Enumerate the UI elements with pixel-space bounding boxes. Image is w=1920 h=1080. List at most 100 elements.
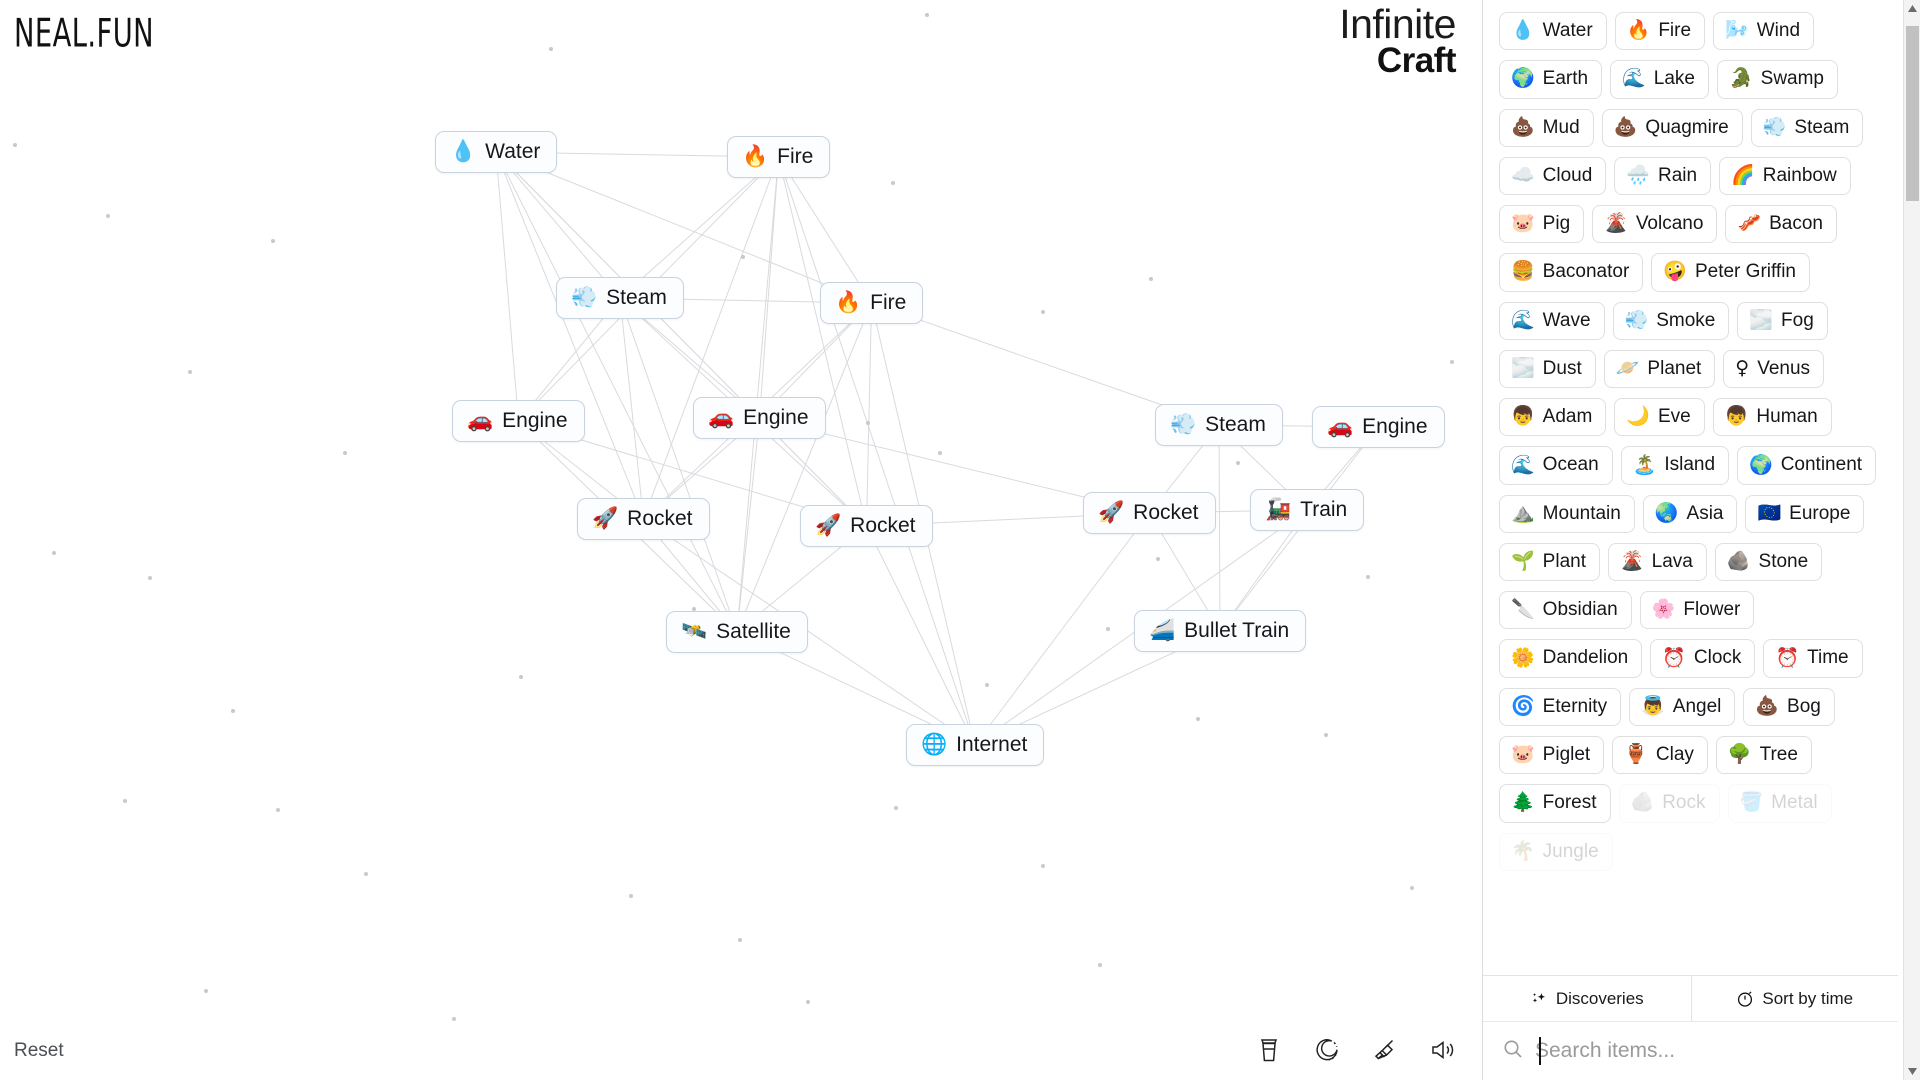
element-item-baconator[interactable]: 🍔 Baconator bbox=[1499, 253, 1644, 292]
element-item-wave[interactable]: 🌊 Wave bbox=[1499, 301, 1605, 340]
element-item-pig[interactable]: 🐷 Pig bbox=[1499, 205, 1585, 244]
element-item-europe[interactable]: 🇪🇺 Europe bbox=[1745, 494, 1865, 533]
element-item-asia[interactable]: 🌏 Asia bbox=[1642, 494, 1738, 533]
search-bar[interactable] bbox=[1483, 1022, 1920, 1080]
broom-icon[interactable] bbox=[1370, 1034, 1400, 1066]
element-item-rainbow[interactable]: 🌈 Rainbow bbox=[1719, 156, 1851, 196]
element-item-adam[interactable]: 👦 Adam bbox=[1499, 398, 1607, 437]
element-item-steam[interactable]: 💨 Steam bbox=[1750, 108, 1864, 147]
sound-icon[interactable] bbox=[1428, 1034, 1458, 1066]
element-item-smoke[interactable]: 💨 Smoke bbox=[1612, 301, 1730, 340]
element-emoji-icon: 🐷 bbox=[1511, 743, 1535, 766]
moon-icon[interactable] bbox=[1312, 1034, 1342, 1066]
element-item-earth[interactable]: 🌍 Earth bbox=[1499, 60, 1603, 99]
element-item-swamp[interactable]: 🐊 Swamp bbox=[1716, 60, 1838, 99]
element-item-jungle: 🌴 Jungle bbox=[1499, 832, 1613, 871]
element-item-plant[interactable]: 🌱 Plant bbox=[1499, 542, 1600, 582]
tab-discoveries[interactable]: Discoveries bbox=[1483, 976, 1691, 1021]
scroll-down-arrow[interactable] bbox=[1904, 1063, 1920, 1080]
element-item-eternity[interactable]: 🌀 Eternity bbox=[1499, 687, 1622, 726]
element-item-clay[interactable]: 🏺 Clay bbox=[1612, 735, 1708, 775]
canvas-node-rocket[interactable]: 🚀 Rocket bbox=[577, 498, 710, 540]
canvas-node-water[interactable]: 💧 Water bbox=[435, 131, 558, 173]
element-item-obsidian[interactable]: 🔪 Obsidian bbox=[1499, 591, 1632, 630]
canvas-node-satellite[interactable]: 🛰️ Satellite bbox=[666, 611, 808, 653]
element-item-fire[interactable]: 🔥 Fire bbox=[1614, 12, 1706, 51]
logo-line-infinite: Infinite bbox=[1339, 1, 1456, 47]
element-emoji-icon: 🌫️ bbox=[1749, 308, 1774, 331]
element-label: Rainbow bbox=[1762, 164, 1837, 186]
sidebar-scrollbar[interactable] bbox=[1903, 0, 1920, 1080]
canvas-node-steam[interactable]: 💨 Steam bbox=[1155, 404, 1283, 446]
element-item-dust[interactable]: 🌫️ Dust bbox=[1499, 349, 1596, 389]
canvas-node-fire[interactable]: 🔥 Fire bbox=[820, 282, 924, 324]
element-item-quagmire[interactable]: 💩 Quagmire bbox=[1601, 108, 1743, 147]
canvas-node-engine[interactable]: 🚗 Engine bbox=[452, 400, 585, 442]
element-item-lava[interactable]: 🌋 Lava bbox=[1607, 542, 1707, 582]
coffee-icon[interactable] bbox=[1254, 1034, 1284, 1066]
element-item-piglet[interactable]: 🐷 Piglet bbox=[1499, 735, 1605, 775]
element-item-planet[interactable]: 🪐 Planet bbox=[1603, 349, 1716, 389]
element-label: Smoke bbox=[1656, 309, 1716, 331]
canvas-dot bbox=[276, 808, 280, 812]
element-item-stone[interactable]: 🪨 Stone bbox=[1714, 542, 1823, 582]
element-item-tree[interactable]: 🌳 Tree bbox=[1715, 735, 1812, 775]
scroll-up-arrow[interactable] bbox=[1904, 0, 1920, 17]
element-item-volcano[interactable]: 🌋 Volcano bbox=[1592, 205, 1718, 244]
canvas-node-fire[interactable]: 🔥 Fire bbox=[727, 136, 831, 178]
element-emoji-icon: 🌬️ bbox=[1725, 19, 1749, 42]
element-item-cloud[interactable]: ☁️ Cloud bbox=[1499, 156, 1607, 196]
element-item-venus[interactable]: ♀ Venus bbox=[1723, 349, 1825, 389]
element-emoji-icon: ⏰ bbox=[1775, 646, 1800, 669]
canvas-dot bbox=[549, 47, 553, 51]
scrollbar-thumb[interactable] bbox=[1906, 26, 1919, 201]
element-label: Venus bbox=[1757, 357, 1811, 379]
element-label: Baconator bbox=[1542, 261, 1630, 283]
canvas-dot bbox=[271, 239, 275, 243]
canvas-node-engine[interactable]: 🚗 Engine bbox=[693, 397, 826, 439]
element-emoji-icon: 🪨 bbox=[1630, 791, 1655, 814]
neal-fun-wordmark[interactable]: NEAL.FUN bbox=[14, 10, 154, 56]
element-item-time[interactable]: ⏰ Time bbox=[1763, 639, 1863, 678]
element-emoji-icon: 🌀 bbox=[1511, 694, 1535, 717]
canvas-node-rocket[interactable]: 🚀 Rocket bbox=[800, 505, 933, 547]
element-item-flower[interactable]: 🌸 Flower bbox=[1639, 591, 1755, 630]
element-item-ocean[interactable]: 🌊 Ocean bbox=[1499, 446, 1613, 485]
canvas-node-internet[interactable]: 🌐 Internet bbox=[906, 724, 1045, 766]
element-item-wind[interactable]: 🌬️ Wind bbox=[1713, 12, 1815, 51]
element-emoji-icon: ⛰️ bbox=[1511, 501, 1535, 524]
element-item-angel[interactable]: 👼 Angel bbox=[1629, 687, 1736, 726]
element-item-clock[interactable]: ⏰ Clock bbox=[1650, 639, 1756, 678]
canvas-dot bbox=[1041, 310, 1045, 314]
element-item-dandelion[interactable]: 🌼 Dandelion bbox=[1499, 639, 1643, 678]
element-item-fog[interactable]: 🌫️ Fog bbox=[1737, 301, 1828, 340]
element-item-human[interactable]: 👦 Human bbox=[1712, 398, 1832, 437]
connection-line bbox=[1218, 424, 1221, 632]
element-item-water[interactable]: 💧 Water bbox=[1499, 12, 1607, 51]
element-item-rain[interactable]: 🌧️ Rain bbox=[1614, 156, 1712, 196]
canvas-node-steam[interactable]: 💨 Steam bbox=[556, 277, 684, 319]
element-emoji-icon: 🐊 bbox=[1728, 67, 1753, 90]
connection-line bbox=[778, 156, 867, 527]
tab-sort-by-time[interactable]: Sort by time bbox=[1690, 976, 1898, 1021]
reset-button[interactable]: Reset bbox=[14, 1040, 64, 1062]
element-item-forest[interactable]: 🌲 Forest bbox=[1499, 784, 1611, 823]
element-item-island[interactable]: 🏝️ Island bbox=[1620, 446, 1730, 485]
search-input[interactable] bbox=[1535, 1039, 1835, 1063]
element-item-continent[interactable]: 🌍 Continent bbox=[1737, 446, 1877, 485]
element-item-lake[interactable]: 🌊 Lake bbox=[1610, 60, 1709, 99]
element-item-eve[interactable]: 🌙 Eve bbox=[1614, 398, 1705, 437]
connection-line bbox=[866, 302, 872, 527]
element-item-mud[interactable]: 💩 Mud bbox=[1499, 108, 1594, 147]
element-item-bog[interactable]: 💩 Bog bbox=[1743, 687, 1835, 726]
crafting-canvas[interactable]: NEAL.FUN Infinite Craft 💧 Water 🔥 Fire 💨 Stea… bbox=[0, 0, 1482, 1080]
canvas-node-train[interactable]: 🚂 Train bbox=[1250, 489, 1365, 531]
canvas-node-rocket[interactable]: 🚀 Rocket bbox=[1083, 492, 1216, 534]
canvas-node-engine[interactable]: 🚗 Engine bbox=[1312, 406, 1445, 448]
element-emoji-icon: 🪣 bbox=[1739, 791, 1764, 814]
element-item-peter-griffin[interactable]: 🤪 Peter Griffin bbox=[1651, 253, 1810, 292]
element-item-bacon[interactable]: 🥓 Bacon bbox=[1725, 205, 1837, 244]
element-item-mountain[interactable]: ⛰️ Mountain bbox=[1499, 494, 1635, 533]
canvas-node-bullet-train[interactable]: 🚄 Bullet Train bbox=[1134, 610, 1307, 652]
elements-list-scroll[interactable]: 💧 Water 🔥 Fire 🌬️ Wind 🌍 Earth 🌊 Lake 🐊 Swamp 💩 Mud 💩 Q… bbox=[1483, 0, 1920, 975]
